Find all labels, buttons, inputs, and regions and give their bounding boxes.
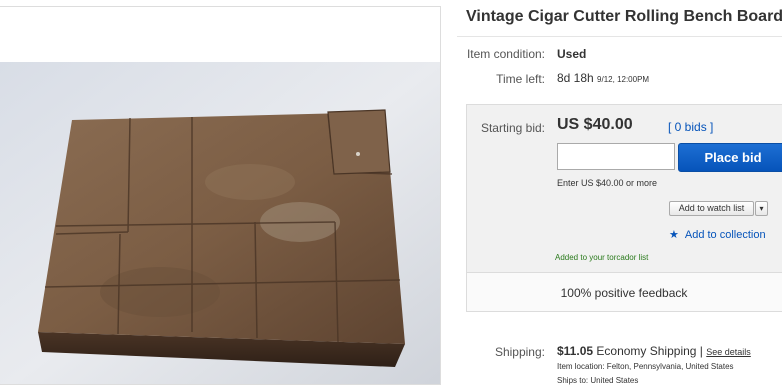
- see-details-link[interactable]: See details: [706, 347, 751, 357]
- seller-feedback: 100% positive feedback: [560, 286, 688, 300]
- added-to-list-note: Added to your torcador list: [555, 253, 649, 262]
- corner-block: [327, 109, 391, 175]
- product-photo[interactable]: [0, 62, 441, 385]
- shipping-value: $11.05 Economy Shipping | See details: [557, 344, 751, 358]
- time-left-detail: 9/12, 12:00PM: [597, 75, 650, 84]
- shipping-label: Shipping:: [494, 345, 545, 359]
- starting-bid-price: US $40.00: [557, 116, 633, 133]
- bid-amount-input[interactable]: [557, 143, 675, 170]
- ships-to: Ships to: United States: [557, 376, 639, 385]
- star-icon: ★: [669, 229, 679, 241]
- add-to-collection-label: Add to collection: [684, 229, 766, 241]
- shipping-cost: $11.05: [557, 344, 594, 358]
- condition-label: Item condition:: [466, 47, 545, 61]
- title-divider: [457, 36, 782, 37]
- place-bid-button[interactable]: Place bid: [678, 143, 782, 172]
- bids-count-link[interactable]: [ 0 bids ]: [668, 120, 713, 134]
- starting-bid-label: Starting bid:: [480, 121, 545, 135]
- item-title: Vintage Cigar Cutter Rolling Bench Board: [466, 8, 782, 25]
- image-panel: [0, 6, 441, 385]
- add-to-watch-list-button[interactable]: Add to watch list: [669, 201, 754, 216]
- time-left-duration: 8d 18h: [557, 71, 594, 85]
- shipping-separator: |: [699, 344, 703, 358]
- time-left-value: 8d 18h 9/12, 12:00PM: [557, 71, 649, 85]
- item-location: Item location: Felton, Pennsylvania, Uni…: [557, 362, 734, 371]
- chevron-down-icon[interactable]: ▾: [755, 201, 768, 216]
- time-left-label: Time left:: [496, 72, 545, 86]
- shipping-method: Economy Shipping: [596, 344, 697, 358]
- add-to-collection-link[interactable]: ★ Add to collection: [669, 228, 766, 241]
- bid-minimum-note: Enter US $40.00 or more: [557, 178, 658, 188]
- condition-value: Used: [557, 47, 587, 61]
